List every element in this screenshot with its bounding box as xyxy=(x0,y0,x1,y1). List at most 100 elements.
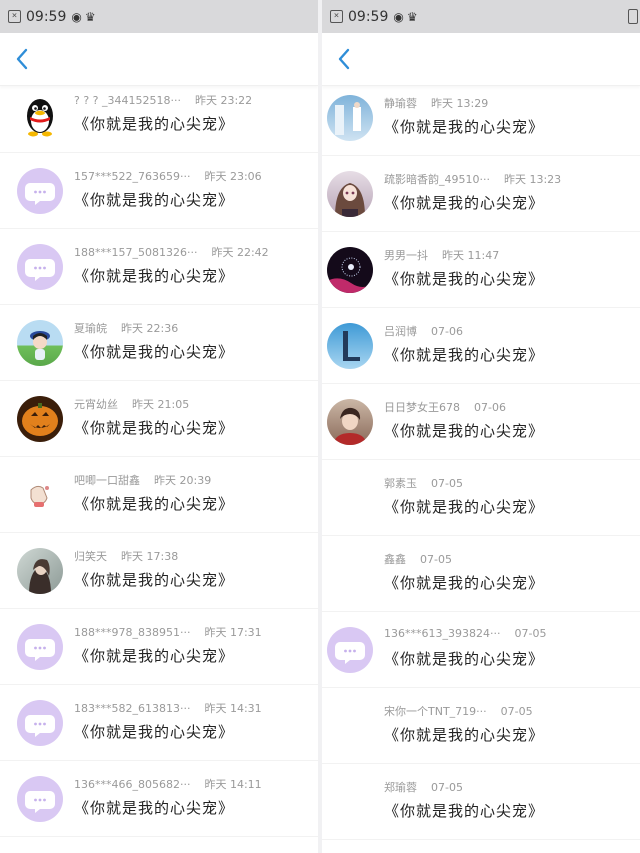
message-time: 昨天 13:29 xyxy=(431,97,489,110)
crown-icon: ♛ xyxy=(84,9,96,24)
blue-room-avatar xyxy=(327,95,373,141)
message-text: 《你就是我的心尖宠》 xyxy=(384,574,545,592)
list-item[interactable]: 郑瑜蓉 07-05 《你就是我的心尖宠》 xyxy=(322,764,640,840)
list-item[interactable]: 宋你一个TNT_719··· 07-05 《你就是我的心尖宠》 xyxy=(322,688,640,764)
list-item[interactable]: 男男一抖 昨天 11:47 《你就是我的心尖宠》 xyxy=(322,232,640,308)
cartoon-girl-avatar xyxy=(17,320,63,366)
sender-line: 157***522_763659··· 昨天 23:06 xyxy=(74,168,262,184)
message-time: 07-05 xyxy=(514,627,547,640)
message-time: 07-06 xyxy=(431,325,463,338)
chevron-left-icon xyxy=(338,48,350,70)
message-text: 《你就是我的心尖宠》 xyxy=(384,422,545,440)
pumpkin-avatar xyxy=(17,396,63,442)
sender-line: 吕润博 07-06 xyxy=(384,323,463,339)
list-item[interactable]: 夏瑜皖 昨天 22:36 《你就是我的心尖宠》 xyxy=(0,305,318,381)
sender-line: 夏瑜皖 昨天 22:36 xyxy=(74,320,178,336)
sender-name: 归笑天 xyxy=(74,550,107,563)
message-time: 昨天 17:31 xyxy=(204,626,262,639)
sender-line: 188***978_838951··· 昨天 17:31 xyxy=(74,624,262,640)
sender-name: 日日梦女王678 xyxy=(384,401,460,414)
sender-name: 136***466_805682··· xyxy=(74,778,191,791)
message-text: 《你就是我的心尖宠》 xyxy=(74,647,235,665)
list-item[interactable]: 静瑜蓉 昨天 13:29 《你就是我的心尖宠》 xyxy=(322,80,640,156)
nav-bar xyxy=(0,33,318,86)
sender-name: 郑瑜蓉 xyxy=(384,781,417,794)
sender-name: 元宵幼丝 xyxy=(74,398,118,411)
back-button[interactable] xyxy=(10,47,34,71)
crown-icon: ♛ xyxy=(406,9,418,24)
list-item[interactable]: 鑫鑫 07-05 《你就是我的心尖宠》 xyxy=(322,536,640,612)
message-list: 静瑜蓉 昨天 13:29 《你就是我的心尖宠》 疏影暗香韵_49510··· 昨天 … xyxy=(322,80,640,840)
message-time: 昨天 13:23 xyxy=(503,173,562,186)
message-time: 昨天 17:38 xyxy=(121,550,179,563)
sender-name: 郭素玉 xyxy=(384,477,417,490)
message-text: 《你就是我的心尖宠》 xyxy=(384,726,545,744)
list-item[interactable]: 归笑天 昨天 17:38 《你就是我的心尖宠》 xyxy=(0,533,318,609)
sender-name: 男男一抖 xyxy=(384,249,428,262)
message-time: 昨天 23:22 xyxy=(194,94,253,107)
sender-line: 183***582_613813··· 昨天 14:31 xyxy=(74,700,262,716)
message-text: 《你就是我的心尖宠》 xyxy=(74,267,235,285)
sender-name: 157***522_763659··· xyxy=(74,170,191,183)
nav-bar xyxy=(322,33,640,86)
list-item[interactable]: 吧唧一口甜鑫 昨天 20:39 《你就是我的心尖宠》 xyxy=(0,457,318,533)
list-item[interactable]: 日日梦女王678 07-06 《你就是我的心尖宠》 xyxy=(322,384,640,460)
sender-name: ? ? ? _344152518··· xyxy=(74,94,181,107)
message-text: 《你就是我的心尖宠》 xyxy=(384,270,545,288)
sender-line: 日日梦女王678 07-06 xyxy=(384,399,506,415)
hand-drawing-avatar xyxy=(17,472,63,518)
chat-bubble-icon xyxy=(17,776,63,822)
dandelion-avatar xyxy=(327,247,373,293)
sender-line: 鑫鑫 07-05 xyxy=(384,551,452,567)
list-item[interactable]: 136***466_805682··· 昨天 14:11 《你就是我的心尖宠》 xyxy=(0,761,318,837)
sender-line: 静瑜蓉 昨天 13:29 xyxy=(384,95,488,111)
message-text: 《你就是我的心尖宠》 xyxy=(384,118,545,136)
status-time: 09:59 xyxy=(26,8,67,25)
sender-name: 疏影暗香韵_49510··· xyxy=(384,173,490,186)
list-item[interactable]: 188***978_838951··· 昨天 17:31 《你就是我的心尖宠》 xyxy=(0,609,318,685)
chat-bubble-icon xyxy=(17,244,63,290)
message-time: 07-05 xyxy=(420,553,452,566)
list-item[interactable]: 157***522_763659··· 昨天 23:06 《你就是我的心尖宠》 xyxy=(0,153,318,229)
sender-line: 男男一抖 昨天 11:47 xyxy=(384,247,499,263)
message-text: 《你就是我的心尖宠》 xyxy=(384,498,545,516)
message-list: ? ? ? _344152518··· 昨天 23:22 《你就是我的心尖宠》 1… xyxy=(0,77,318,837)
message-time: 昨天 11:47 xyxy=(442,249,500,262)
sender-line: 136***613_393824··· 07-05 xyxy=(384,627,546,640)
list-item[interactable]: 元宵幼丝 昨天 21:05 《你就是我的心尖宠》 xyxy=(0,381,318,457)
message-time: 07-05 xyxy=(431,781,463,794)
message-text: 《你就是我的心尖宠》 xyxy=(384,346,545,364)
sender-line: 归笑天 昨天 17:38 xyxy=(74,548,178,564)
list-item[interactable]: 188***157_5081326··· 昨天 22:42 《你就是我的心尖宠》 xyxy=(0,229,318,305)
back-button[interactable] xyxy=(332,47,356,71)
sender-name: 夏瑜皖 xyxy=(74,322,107,335)
sender-line: 元宵幼丝 昨天 21:05 xyxy=(74,396,189,412)
list-item[interactable]: 郭素玉 07-05 《你就是我的心尖宠》 xyxy=(322,460,640,536)
message-text: 《你就是我的心尖宠》 xyxy=(74,495,235,513)
message-time: 昨天 14:11 xyxy=(204,778,262,791)
message-time: 07-06 xyxy=(474,401,506,414)
sender-line: 宋你一个TNT_719··· 07-05 xyxy=(384,703,533,719)
sender-line: 郑瑜蓉 07-05 xyxy=(384,779,463,795)
sender-name: 188***978_838951··· xyxy=(74,626,191,639)
list-item[interactable]: 疏影暗香韵_49510··· 昨天 13:23 《你就是我的心尖宠》 xyxy=(322,156,640,232)
sender-name: 136***613_393824··· xyxy=(384,627,501,640)
list-item[interactable]: 吕润博 07-06 《你就是我的心尖宠》 xyxy=(322,308,640,384)
sender-line: 吧唧一口甜鑫 昨天 20:39 xyxy=(74,472,211,488)
weibo-icon: ◉ xyxy=(393,9,404,24)
sender-name: 静瑜蓉 xyxy=(384,97,417,110)
chat-bubble-icon xyxy=(327,627,373,673)
message-text: 《你就是我的心尖宠》 xyxy=(74,191,235,209)
message-text: 《你就是我的心尖宠》 xyxy=(74,419,235,437)
sender-line: 疏影暗香韵_49510··· 昨天 13:23 xyxy=(384,171,561,187)
list-item[interactable]: 183***582_613813··· 昨天 14:31 《你就是我的心尖宠》 xyxy=(0,685,318,761)
sender-line: 郭素玉 07-05 xyxy=(384,475,463,491)
list-item[interactable]: 136***613_393824··· 07-05 《你就是我的心尖宠》 xyxy=(322,612,640,688)
status-bar: × 09:59 ◉ ♛ xyxy=(322,0,640,33)
sender-name: 宋你一个TNT_719··· xyxy=(384,705,487,718)
sender-name: 吕润博 xyxy=(384,325,417,338)
sender-name: 183***582_613813··· xyxy=(74,702,191,715)
letter-l-avatar xyxy=(327,323,373,369)
weibo-icon: ◉ xyxy=(71,9,82,24)
list-item[interactable]: ? ? ? _344152518··· 昨天 23:22 《你就是我的心尖宠》 xyxy=(0,77,318,153)
